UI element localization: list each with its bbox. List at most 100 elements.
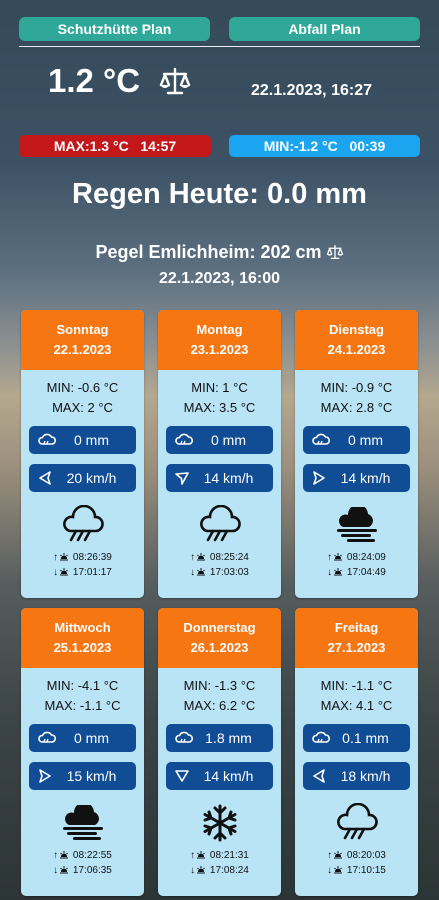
- sunset-time: 17:10:15: [346, 865, 386, 876]
- current-temperature: 1.2 °C: [48, 62, 141, 99]
- forecast-min-temp: MIN: -1.1 °C: [320, 678, 393, 693]
- sunrise-time: 08:25:24: [209, 552, 249, 563]
- balance-scale-icon[interactable]: [326, 244, 344, 260]
- sunset-row: ↓ 17:08:24: [158, 863, 281, 878]
- sunset-icon: [60, 866, 69, 874]
- wind-direction-left-icon: [313, 769, 325, 783]
- forecast-rain-box: 0 mm: [303, 426, 410, 454]
- snowflake-icon: [158, 798, 281, 848]
- forecast-min-temp: MIN: -1.3 °C: [183, 678, 256, 693]
- forecast-max-temp: MAX: 2.8 °C: [320, 400, 393, 415]
- cloud-rain-icon: [175, 433, 194, 445]
- forecast-day-name: Mittwoch: [54, 620, 111, 635]
- forecast-rain-box: 1.8 mm: [166, 724, 273, 752]
- sunset-icon: [197, 866, 206, 874]
- rain-cloud-icon: [158, 500, 281, 550]
- forecast-wind-box: 18 km/h: [303, 762, 410, 790]
- forecast-rain-box: 0.1 mm: [303, 724, 410, 752]
- sunrise-icon: [334, 553, 343, 561]
- balance-scale-icon[interactable]: [159, 66, 191, 96]
- sunrise-time: 08:21:31: [209, 850, 249, 861]
- forecast-day-card: Mittwoch 25.1.2023 MIN: -4.1 °C MAX: -1.…: [21, 608, 144, 896]
- forecast-rain-box: 0 mm: [166, 426, 273, 454]
- forecast-day-card: Sonntag 22.1.2023 MIN: -0.6 °C MAX: 2 °C…: [21, 310, 144, 598]
- sunrise-row: ↑ 08:21:31: [158, 848, 281, 863]
- sunrise-time: 08:20:03: [346, 850, 386, 861]
- sunset-icon: [334, 866, 343, 874]
- arrow-down-icon: ↓: [53, 567, 59, 578]
- arrow-down-icon: ↓: [53, 865, 59, 876]
- pegel-timestamp: 22.1.2023, 16:00: [159, 270, 280, 287]
- sunset-time: 17:04:49: [346, 567, 386, 578]
- wind-direction-up-right-icon: [175, 472, 189, 485]
- forecast-max-temp: MAX: 6.2 °C: [183, 698, 256, 713]
- forecast-temperature-range: MIN: -0.9 °C MAX: 2.8 °C: [295, 378, 418, 418]
- sunrise-time: 08:22:55: [72, 850, 112, 861]
- arrow-up-icon: ↑: [327, 850, 333, 861]
- sunrise-icon: [334, 851, 343, 859]
- arrow-up-icon: ↑: [190, 552, 196, 563]
- forecast-temperature-range: MIN: 1 °C MAX: 3.5 °C: [158, 378, 281, 418]
- forecast-sun-times: ↑ 08:24:09 ↓ 17:04:49: [295, 550, 418, 580]
- forecast-day-name: Freitag: [334, 620, 379, 635]
- forecast-day-card: Dienstag 24.1.2023 MIN: -0.9 °C MAX: 2.8…: [295, 310, 418, 598]
- sunrise-row: ↑ 08:20:03: [295, 848, 418, 863]
- rain-cloud-icon: [21, 500, 144, 550]
- forecast-max-temp: MAX: 4.1 °C: [320, 698, 393, 713]
- forecast-wind-box: 14 km/h: [166, 762, 273, 790]
- forecast-day-header: Freitag 27.1.2023: [295, 608, 418, 668]
- cloud-rain-icon: [312, 731, 331, 743]
- current-datetime: 22.1.2023, 16:27: [251, 82, 372, 99]
- header-divider: [19, 46, 420, 47]
- sunset-icon: [334, 568, 343, 576]
- sunset-time: 17:06:35: [72, 865, 112, 876]
- sunrise-icon: [60, 553, 69, 561]
- forecast-wind-box: 15 km/h: [29, 762, 136, 790]
- forecast-wind-box: 14 km/h: [166, 464, 273, 492]
- cloud-rain-icon: [38, 433, 57, 445]
- pegel-label: Pegel Emlichheim: 202 cm: [95, 242, 322, 262]
- sunset-row: ↓ 17:04:49: [295, 565, 418, 580]
- forecast-day-date: 25.1.2023: [53, 640, 112, 655]
- forecast-min-temp: MIN: -0.6 °C: [46, 380, 119, 395]
- forecast-min-temp: MIN: -4.1 °C: [46, 678, 119, 693]
- forecast-temperature-range: MIN: -4.1 °C MAX: -1.1 °C: [21, 676, 144, 716]
- wind-direction-down-icon: [175, 770, 189, 782]
- abfall-plan-button[interactable]: Abfall Plan: [229, 17, 420, 41]
- forecast-day-name: Dienstag: [329, 322, 384, 337]
- forecast-day-name: Montag: [196, 322, 243, 337]
- forecast-sun-times: ↑ 08:22:55 ↓ 17:06:35: [21, 848, 144, 878]
- forecast-day-date: 23.1.2023: [190, 342, 249, 357]
- wind-direction-right-icon: [39, 769, 51, 783]
- arrow-up-icon: ↑: [53, 850, 59, 861]
- sunset-icon: [60, 568, 69, 576]
- sunrise-icon: [60, 851, 69, 859]
- arrow-up-icon: ↑: [327, 552, 333, 563]
- cloud-rain-icon: [38, 731, 57, 743]
- sunrise-row: ↑ 08:25:24: [158, 550, 281, 565]
- forecast-max-temp: MAX: -1.1 °C: [44, 698, 121, 713]
- wind-direction-right-icon: [313, 471, 325, 485]
- forecast-wind-box: 20 km/h: [29, 464, 136, 492]
- forecast-day-name: Donnerstag: [183, 620, 256, 635]
- forecast-min-temp: MIN: 1 °C: [191, 380, 248, 395]
- cloud-rain-icon: [312, 433, 331, 445]
- rain-cloud-icon: [295, 798, 418, 848]
- forecast-day-header: Mittwoch 25.1.2023: [21, 608, 144, 668]
- forecast-day-date: 26.1.2023: [190, 640, 249, 655]
- sunrise-time: 08:26:39: [72, 552, 112, 563]
- arrow-down-icon: ↓: [190, 567, 196, 578]
- forecast-temperature-range: MIN: -1.1 °C MAX: 4.1 °C: [295, 676, 418, 716]
- forecast-wind-box: 14 km/h: [303, 464, 410, 492]
- forecast-day-header: Montag 23.1.2023: [158, 310, 281, 370]
- sunrise-row: ↑ 08:26:39: [21, 550, 144, 565]
- forecast-sun-times: ↑ 08:21:31 ↓ 17:08:24: [158, 848, 281, 878]
- fog-cloud-icon: [21, 798, 144, 848]
- arrow-down-icon: ↓: [327, 567, 333, 578]
- schutzhuette-plan-button[interactable]: Schutzhütte Plan: [19, 17, 210, 41]
- sunrise-time: 08:24:09: [346, 552, 386, 563]
- forecast-day-header: Donnerstag 26.1.2023: [158, 608, 281, 668]
- sunrise-row: ↑ 08:22:55: [21, 848, 144, 863]
- sunset-row: ↓ 17:03:03: [158, 565, 281, 580]
- max-temperature-badge: MAX:1.3 °C 14:57: [19, 135, 211, 157]
